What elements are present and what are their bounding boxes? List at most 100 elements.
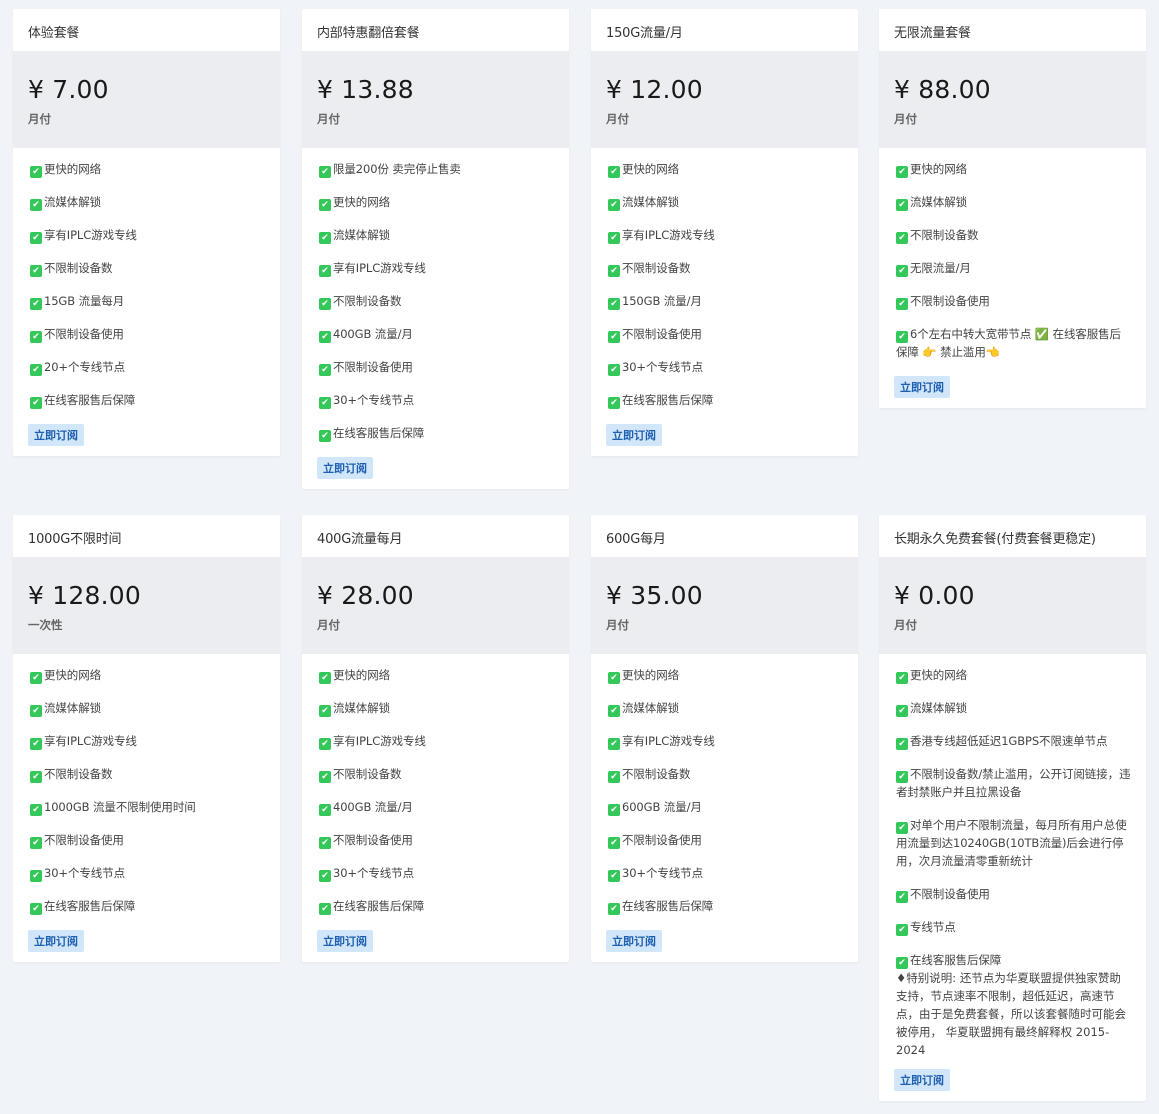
plan-card: 400G流量每月 ¥ 28.00 月付 ✔ 更快的网络 ✔ 流媒体解锁 ✔ 享有IPLC游戏专线… xyxy=(302,515,569,962)
check-icon: ✔ xyxy=(30,672,42,684)
card-bottom-spacer xyxy=(879,398,1146,408)
feature-text: 限量200份 卖完停止售卖 xyxy=(333,162,461,176)
feature-text: 享有IPLC游戏专线 xyxy=(622,734,715,748)
check-icon: ✔ xyxy=(319,672,331,684)
feature-text: 30+个专线节点 xyxy=(44,866,125,880)
feature-item: ✔ 1000GB 流量不限制使用时间 xyxy=(30,798,265,816)
subscribe-button[interactable]: 立即订阅 xyxy=(28,424,84,446)
feature-item: ✔ 更快的网络 xyxy=(896,160,1131,178)
subscribe-button[interactable]: 立即订阅 xyxy=(28,930,84,952)
feature-text: 不限制设备使用 xyxy=(910,294,990,308)
check-icon: ✔ xyxy=(319,298,331,310)
card-bottom-spacer xyxy=(13,446,280,456)
feature-text: 享有IPLC游戏专线 xyxy=(622,228,715,242)
feature-item: ✔ 不限制设备数 xyxy=(608,259,843,277)
feature-item: ✔ 30+个专线节点 xyxy=(608,358,843,376)
plan-price: ¥ 128.00 xyxy=(28,581,141,610)
feature-list: ✔ 更快的网络 ✔ 流媒体解锁 ✔ 享有IPLC游戏专线 ✔ 不限制设备数 ✔ 150GB 流量/… xyxy=(591,148,858,409)
feature-item: ✔ 限量200份 卖完停止售卖 xyxy=(319,160,554,178)
plan-period: 月付 xyxy=(894,112,917,126)
feature-item: ✔ 15GB 流量每月 xyxy=(30,292,265,310)
feature-item: ✔ 流媒体解锁 xyxy=(608,699,843,717)
check-icon: ✔ xyxy=(608,672,620,684)
check-icon: ✔ xyxy=(608,364,620,376)
feature-text: 在线客服售后保障 xyxy=(333,426,425,440)
check-icon: ✔ xyxy=(608,199,620,211)
check-icon: ✔ xyxy=(319,232,331,244)
plan-price: ¥ 88.00 xyxy=(894,75,991,104)
feature-text: 更快的网络 xyxy=(333,195,390,209)
feature-text: 更快的网络 xyxy=(333,668,390,682)
subscribe-button[interactable]: 立即订阅 xyxy=(894,1069,950,1091)
price-block: ¥ 7.00 月付 xyxy=(13,51,280,148)
feature-item: ✔ 在线客服售后保障 xyxy=(608,391,843,409)
plan-name: 400G流量每月 xyxy=(317,532,403,547)
check-icon: ✔ xyxy=(30,771,42,783)
feature-text: 香港专线超低延迟1GBPS不限速单节点 xyxy=(910,734,1108,748)
check-icon: ✔ xyxy=(896,822,908,834)
check-icon: ✔ xyxy=(30,331,42,343)
check-icon: ✔ xyxy=(30,705,42,717)
feature-text: 不限制设备数 xyxy=(44,261,113,275)
plans-grid: 体验套餐 ¥ 7.00 月付 ✔ 更快的网络 ✔ 流媒体解锁 ✔ 享有IPLC游戏专线 ✔ 不限制设… xyxy=(0,0,1159,1114)
feature-item: ✔ 不限制设备使用 xyxy=(896,292,1131,310)
check-icon: ✔ xyxy=(30,199,42,211)
card-bottom-spacer xyxy=(591,952,858,962)
check-icon: ✔ xyxy=(896,331,908,343)
feature-item: ✔ 400GB 流量/月 xyxy=(319,325,554,343)
check-icon: ✔ xyxy=(319,199,331,211)
plan-price: ¥ 13.88 xyxy=(317,75,414,104)
feature-list: ✔ 更快的网络 ✔ 流媒体解锁 ✔ 享有IPLC游戏专线 ✔ 不限制设备数 ✔ 15GB 流量每月… xyxy=(13,148,280,409)
plan-price: ¥ 12.00 xyxy=(606,75,703,104)
check-icon: ✔ xyxy=(608,705,620,717)
plan-period: 月付 xyxy=(606,618,629,632)
check-icon: ✔ xyxy=(608,804,620,816)
feature-item: ✔ 对单个用户不限制流量，每月所有用户总使用流量到达10240GB(10TB流量)… xyxy=(896,816,1131,870)
feature-list: ✔ 更快的网络 ✔ 流媒体解锁 ✔ 享有IPLC游戏专线 ✔ 不限制设备数 ✔ 400GB 流量/… xyxy=(302,654,569,915)
feature-text: 不限制设备使用 xyxy=(44,327,124,341)
price-block: ¥ 88.00 月付 xyxy=(879,51,1146,148)
check-icon: ✔ xyxy=(608,903,620,915)
feature-item: ✔ 享有IPLC游戏专线 xyxy=(30,226,265,244)
check-icon: ✔ xyxy=(30,232,42,244)
check-icon: ✔ xyxy=(896,924,908,936)
price-block: ¥ 0.00 月付 xyxy=(879,557,1146,654)
price-block: ¥ 13.88 月付 xyxy=(302,51,569,148)
feature-text: 不限制设备数 xyxy=(333,767,402,781)
feature-text: 30+个专线节点 xyxy=(622,360,703,374)
check-icon: ✔ xyxy=(608,837,620,849)
feature-item: ✔ 不限制设备数 xyxy=(608,765,843,783)
feature-item: ✔ 30+个专线节点 xyxy=(30,864,265,882)
check-icon: ✔ xyxy=(608,738,620,750)
feature-item: ✔ 更快的网络 xyxy=(319,193,554,211)
feature-text: 不限制设备数 xyxy=(622,261,691,275)
subscribe-button[interactable]: 立即订阅 xyxy=(606,930,662,952)
feature-item: ✔ 更快的网络 xyxy=(30,666,265,684)
feature-text: 600GB 流量/月 xyxy=(622,800,702,814)
feature-text: 不限制设备使用 xyxy=(333,360,413,374)
feature-item: ✔ 专线节点 xyxy=(896,918,1131,936)
subscribe-button[interactable]: 立即订阅 xyxy=(606,424,662,446)
check-icon: ✔ xyxy=(896,672,908,684)
subscribe-button[interactable]: 立即订阅 xyxy=(317,930,373,952)
feature-text: 在线客服售后保障 xyxy=(910,953,1002,967)
plan-card: 1000G不限时间 ¥ 128.00 一次性 ✔ 更快的网络 ✔ 流媒体解锁 ✔ 享有IPLC游… xyxy=(13,515,280,962)
check-icon: ✔ xyxy=(896,771,908,783)
check-icon: ✔ xyxy=(896,265,908,277)
check-icon: ✔ xyxy=(30,298,42,310)
feature-text: 流媒体解锁 xyxy=(333,228,390,242)
feature-list: ✔ 更快的网络 ✔ 流媒体解锁 ✔ 享有IPLC游戏专线 ✔ 不限制设备数 ✔ 1000GB 流量… xyxy=(13,654,280,915)
plan-price: ¥ 7.00 xyxy=(28,75,109,104)
feature-item: ✔ 更快的网络 xyxy=(319,666,554,684)
feature-text: 流媒体解锁 xyxy=(622,195,679,209)
feature-text: 30+个专线节点 xyxy=(622,866,703,880)
plan-name: 无限流量套餐 xyxy=(894,26,971,41)
subscribe-button[interactable]: 立即订阅 xyxy=(317,457,373,479)
feature-item: ✔ 在线客服售后保障 xyxy=(30,897,265,915)
check-icon: ✔ xyxy=(30,166,42,178)
check-icon: ✔ xyxy=(896,166,908,178)
check-icon: ✔ xyxy=(608,397,620,409)
feature-text: 30+个专线节点 xyxy=(333,866,414,880)
feature-item: ✔ 不限制设备数 xyxy=(30,259,265,277)
subscribe-button[interactable]: 立即订阅 xyxy=(894,376,950,398)
